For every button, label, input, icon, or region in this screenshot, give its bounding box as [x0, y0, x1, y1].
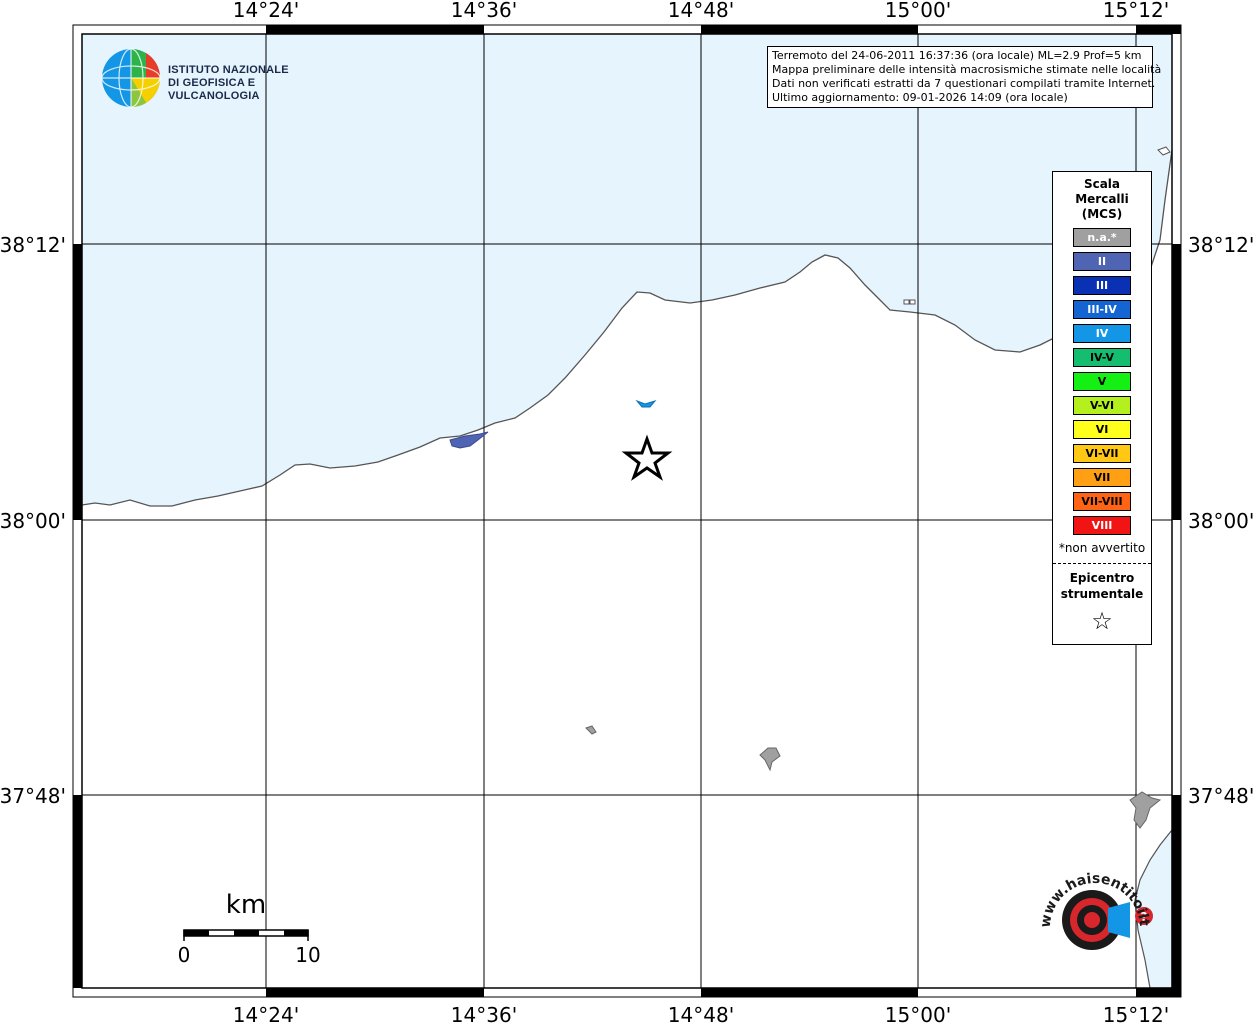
legend-item: VII-VIII	[1073, 492, 1131, 511]
legend-title-line-1: Scala	[1083, 177, 1121, 191]
legend-note: *non avvertito	[1058, 541, 1146, 555]
ingv-name-line1: ISTITUTO NAZIONALE	[168, 64, 289, 76]
event-info-box: Terremoto del 24-06-2011 16:37:36 (ora l…	[767, 46, 1162, 108]
legend-item: VIII	[1073, 516, 1131, 535]
lon-label-bottom-4: 15°00'	[885, 1003, 951, 1024]
legend-title-line-3: (MCS)	[1081, 207, 1123, 221]
legend-separator	[1053, 563, 1151, 564]
legend-title: Scala Mercalli (MCS)	[1053, 177, 1151, 222]
lon-label-top-5: 15°12'	[1103, 0, 1169, 22]
lat-label-right-1: 38°12'	[1188, 233, 1254, 257]
lat-label-right-2: 38°00'	[1188, 509, 1254, 533]
lon-label-top-3: 14°48'	[668, 0, 734, 22]
ingv-logo: ISTITUTO NAZIONALE DI GEOFISICA E VULCAN…	[100, 47, 320, 111]
legend-epicenter: Epicentro strumentale	[1053, 570, 1151, 602]
legend-item: III-IV	[1073, 300, 1131, 319]
legend-item: IV	[1073, 324, 1131, 343]
legend-item: VI	[1073, 420, 1131, 439]
legend-items: n.a.* II III III-IV IV IV-V V V-VI VI VI-VII VII VI…	[1053, 228, 1151, 535]
lat-label-left-3: 37°48'	[0, 784, 66, 808]
lon-label-bottom-1: 14°24'	[233, 1003, 299, 1024]
lat-label-left-2: 38°00'	[0, 509, 66, 533]
legend-epicenter-line-2: strumentale	[1060, 587, 1144, 601]
scale-min-label: 0	[178, 943, 191, 967]
event-info-line-4: Ultimo aggiornamento: 09-01-2026 14:09 (…	[772, 91, 1068, 104]
islet-3	[909, 299, 916, 305]
legend-item: VII	[1073, 468, 1131, 487]
legend-star-icon: ☆	[1091, 607, 1113, 635]
legend-item: n.a.*	[1073, 228, 1131, 247]
legend-item: V-VI	[1073, 396, 1131, 415]
intensity-legend: Scala Mercalli (MCS) n.a.* II III III-IV IV I…	[1052, 171, 1152, 645]
lon-label-top-4: 15°00'	[885, 0, 951, 22]
islet-2	[903, 299, 910, 305]
legend-item: IV-V	[1073, 348, 1131, 367]
legend-item: V	[1073, 372, 1131, 391]
lon-label-bottom-2: 14°36'	[451, 1003, 517, 1024]
ingv-globe-icon	[101, 48, 161, 108]
ingv-name-line2: DI GEOFISICA E VULCANOLOGIA	[168, 77, 260, 102]
lat-label-left-1: 38°12'	[0, 233, 66, 257]
legend-item: VI-VII	[1073, 444, 1131, 463]
event-info-line-3: Dati non verificati estratti da 7 questi…	[772, 77, 1156, 90]
legend-title-line-2: Mercalli	[1075, 192, 1129, 206]
legend-item: II	[1073, 252, 1131, 271]
legend-epicenter-line-1: Epicentro	[1069, 571, 1135, 585]
scale-unit-label: km	[226, 890, 266, 920]
lat-label-right-3: 37°48'	[1188, 784, 1254, 808]
event-info-line-1: Terremoto del 24-06-2011 16:37:36 (ora l…	[772, 49, 1142, 62]
lon-label-top-1: 14°24'	[233, 0, 299, 22]
lon-label-top-2: 14°36'	[451, 0, 517, 22]
legend-item: III	[1073, 276, 1131, 295]
lon-label-bottom-5: 15°12'	[1103, 1003, 1169, 1024]
haisentito-logo[interactable]: ? www.haisentitoilterremoto.it	[1030, 858, 1160, 988]
scale-max-label: 10	[295, 943, 320, 967]
hst-megaphone-icon	[1108, 902, 1130, 938]
lon-label-bottom-3: 14°48'	[668, 1003, 734, 1024]
event-info-line-2: Mappa preliminare delle intensità macros…	[772, 63, 1162, 76]
